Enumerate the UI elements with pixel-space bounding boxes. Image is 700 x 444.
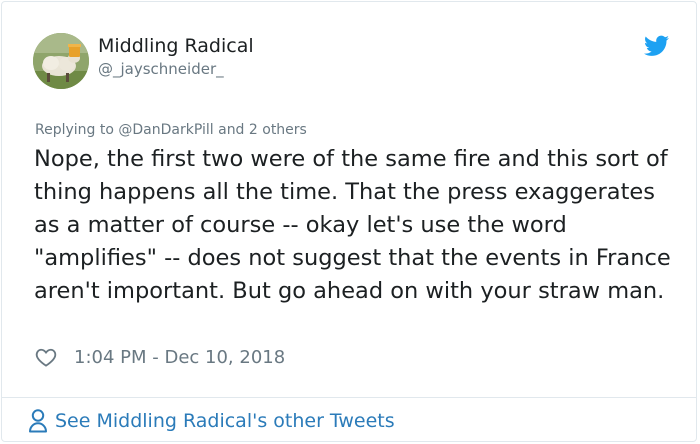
tweet-text: Nope, the first two were of the same fir… bbox=[34, 146, 671, 304]
reply-mention-link[interactable]: @DanDarkPill bbox=[118, 122, 213, 138]
twitter-bird-icon[interactable] bbox=[644, 35, 669, 57]
tweet-timestamp[interactable]: 1:04 PM - Dec 10, 2018 bbox=[74, 347, 285, 368]
tweet-meta: 1:04 PM - Dec 10, 2018 bbox=[35, 345, 285, 369]
avatar[interactable] bbox=[33, 33, 89, 89]
see-other-tweets-link[interactable]: See Middling Radical's other Tweets bbox=[28, 408, 395, 434]
see-other-tweets-label[interactable]: See Middling Radical's other Tweets bbox=[55, 410, 395, 432]
reply-prefix: Replying to bbox=[35, 122, 114, 138]
heart-outline-icon[interactable] bbox=[35, 347, 57, 367]
tweet-card: Middling Radical @_jayschneider_ Replyin… bbox=[1, 1, 697, 442]
avatar-sheep-image bbox=[33, 33, 89, 89]
divider bbox=[2, 397, 696, 398]
person-outline-icon bbox=[29, 409, 47, 433]
author-handle[interactable]: @_jayschneider_ bbox=[98, 60, 224, 78]
reply-suffix-link[interactable]: and 2 others bbox=[218, 122, 307, 138]
author-name[interactable]: Middling Radical bbox=[98, 35, 254, 57]
reply-context: Replying to @DanDarkPill and 2 others bbox=[35, 122, 307, 138]
